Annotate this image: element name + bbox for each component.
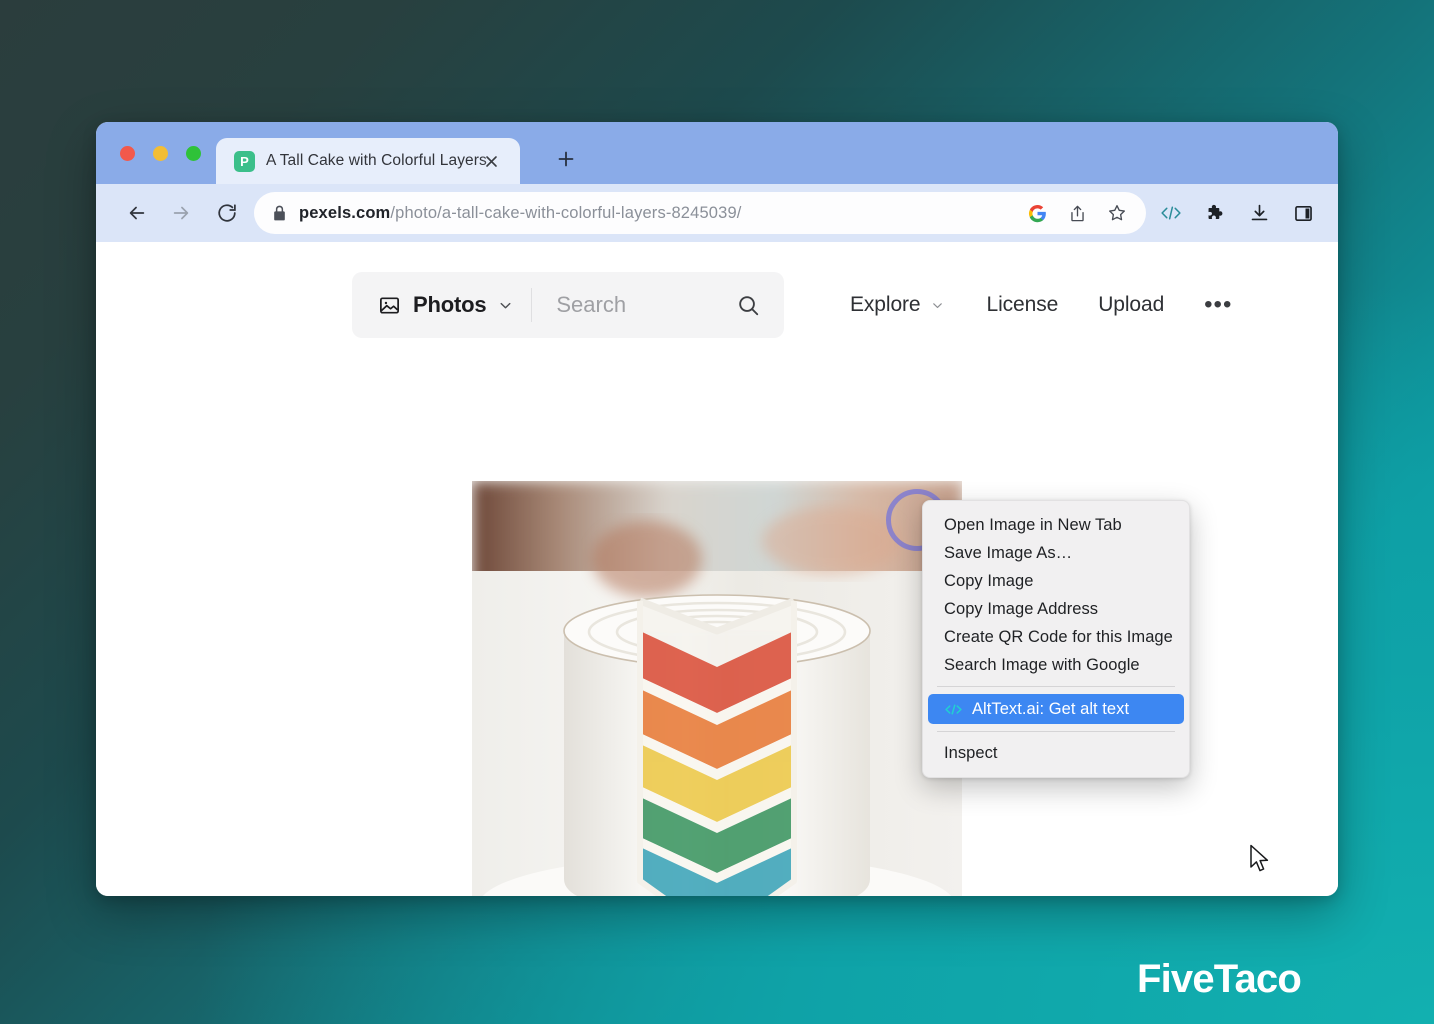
menu-item-label: Copy Image — [944, 571, 1034, 590]
menu-item-label: Save Image As… — [944, 543, 1073, 562]
menu-divider — [937, 731, 1175, 732]
reload-button[interactable] — [206, 192, 248, 234]
pexels-favicon-icon: P — [234, 150, 255, 172]
nav-link-explore[interactable]: Explore — [850, 293, 947, 317]
search-group: Photos — [352, 272, 784, 338]
cake-photo-graphic — [472, 481, 962, 896]
google-g-icon[interactable] — [1024, 200, 1050, 226]
nav-link-upload[interactable]: Upload — [1098, 293, 1164, 317]
forward-button[interactable] — [160, 192, 202, 234]
downloads-icon[interactable] — [1246, 200, 1272, 226]
menu-item-label: Create QR Code for this Image — [944, 627, 1173, 646]
minimize-window-button[interactable] — [153, 146, 168, 161]
menu-item-alttext-ai-get-alt-text[interactable]: AltText.ai: Get alt text — [928, 694, 1184, 724]
extension-toolbar — [1158, 200, 1338, 226]
image-icon — [378, 293, 402, 317]
menu-item-copy-image[interactable]: Copy Image — [928, 567, 1184, 595]
omnibox-actions — [1024, 200, 1134, 226]
menu-item-inspect[interactable]: Inspect — [928, 739, 1184, 767]
context-menu: Open Image in New Tab Save Image As… Cop… — [922, 500, 1190, 778]
side-panel-icon[interactable] — [1290, 200, 1316, 226]
menu-item-label: Search Image with Google — [944, 655, 1140, 674]
close-window-button[interactable] — [120, 146, 135, 161]
category-dropdown-photos[interactable]: Photos — [352, 272, 533, 338]
chevron-down-icon — [930, 297, 947, 314]
menu-item-save-image-as[interactable]: Save Image As… — [928, 539, 1184, 567]
alttext-ai-code-icon[interactable] — [1158, 200, 1184, 226]
fivetaco-logo: FiveTaco — [1136, 957, 1302, 1001]
window-controls — [120, 146, 201, 161]
nav-link-license[interactable]: License — [987, 293, 1059, 317]
menu-divider — [937, 686, 1175, 687]
menu-item-label: Inspect — [944, 743, 998, 762]
page-content: Photos Search Explore License Upload •••… — [96, 242, 1338, 896]
pexels-header: Photos Search Explore License Upload ••• — [352, 272, 1232, 338]
search-input[interactable] — [556, 292, 737, 318]
menu-item-search-image-with-google[interactable]: Search Image with Google — [928, 651, 1184, 679]
mouse-cursor — [1249, 844, 1271, 874]
nav-link-upload-label: Upload — [1098, 293, 1165, 316]
url-text: pexels.com/photo/a-tall-cake-with-colorf… — [299, 204, 1012, 223]
menu-item-label: AltText.ai: Get alt text — [972, 699, 1130, 718]
menu-item-create-qr-code[interactable]: Create QR Code for this Image — [928, 623, 1184, 651]
menu-item-label: Open Image in New Tab — [944, 515, 1122, 534]
search-field[interactable] — [532, 272, 784, 338]
menu-item-open-image-in-new-tab[interactable]: Open Image in New Tab — [928, 511, 1184, 539]
search-icon[interactable] — [736, 292, 762, 318]
lock-icon — [272, 205, 287, 222]
maximize-window-button[interactable] — [186, 146, 201, 161]
share-icon[interactable] — [1064, 200, 1090, 226]
back-button[interactable] — [116, 192, 158, 234]
url-path: /photo/a-tall-cake-with-colorful-layers-… — [390, 203, 742, 222]
menu-item-copy-image-address[interactable]: Copy Image Address — [928, 595, 1184, 623]
browser-tab[interactable]: P A Tall Cake with Colorful Layers — [216, 138, 520, 184]
browser-toolbar: pexels.com/photo/a-tall-cake-with-colorf… — [96, 184, 1338, 242]
chevron-down-icon — [497, 297, 514, 314]
more-options-icon[interactable]: ••• — [1204, 292, 1232, 317]
menu-item-label: Copy Image Address — [944, 599, 1099, 618]
pexels-nav-links: Explore License Upload ••• — [850, 292, 1232, 317]
tab-strip: P A Tall Cake with Colorful Layers — [96, 122, 1338, 184]
code-icon — [944, 703, 964, 716]
category-label: Photos — [413, 292, 487, 317]
browser-window: P A Tall Cake with Colorful Layers pexel… — [96, 122, 1338, 896]
new-tab-button[interactable] — [551, 144, 581, 174]
url-host: pexels.com — [299, 203, 391, 222]
bookmark-star-icon[interactable] — [1104, 200, 1130, 226]
address-bar[interactable]: pexels.com/photo/a-tall-cake-with-colorf… — [254, 192, 1146, 234]
close-tab-icon[interactable] — [480, 150, 502, 172]
extensions-puzzle-icon[interactable] — [1202, 200, 1228, 226]
photo-image[interactable] — [472, 481, 962, 896]
nav-link-license-label: License — [986, 293, 1059, 316]
nav-link-explore-label: Explore — [850, 293, 921, 316]
